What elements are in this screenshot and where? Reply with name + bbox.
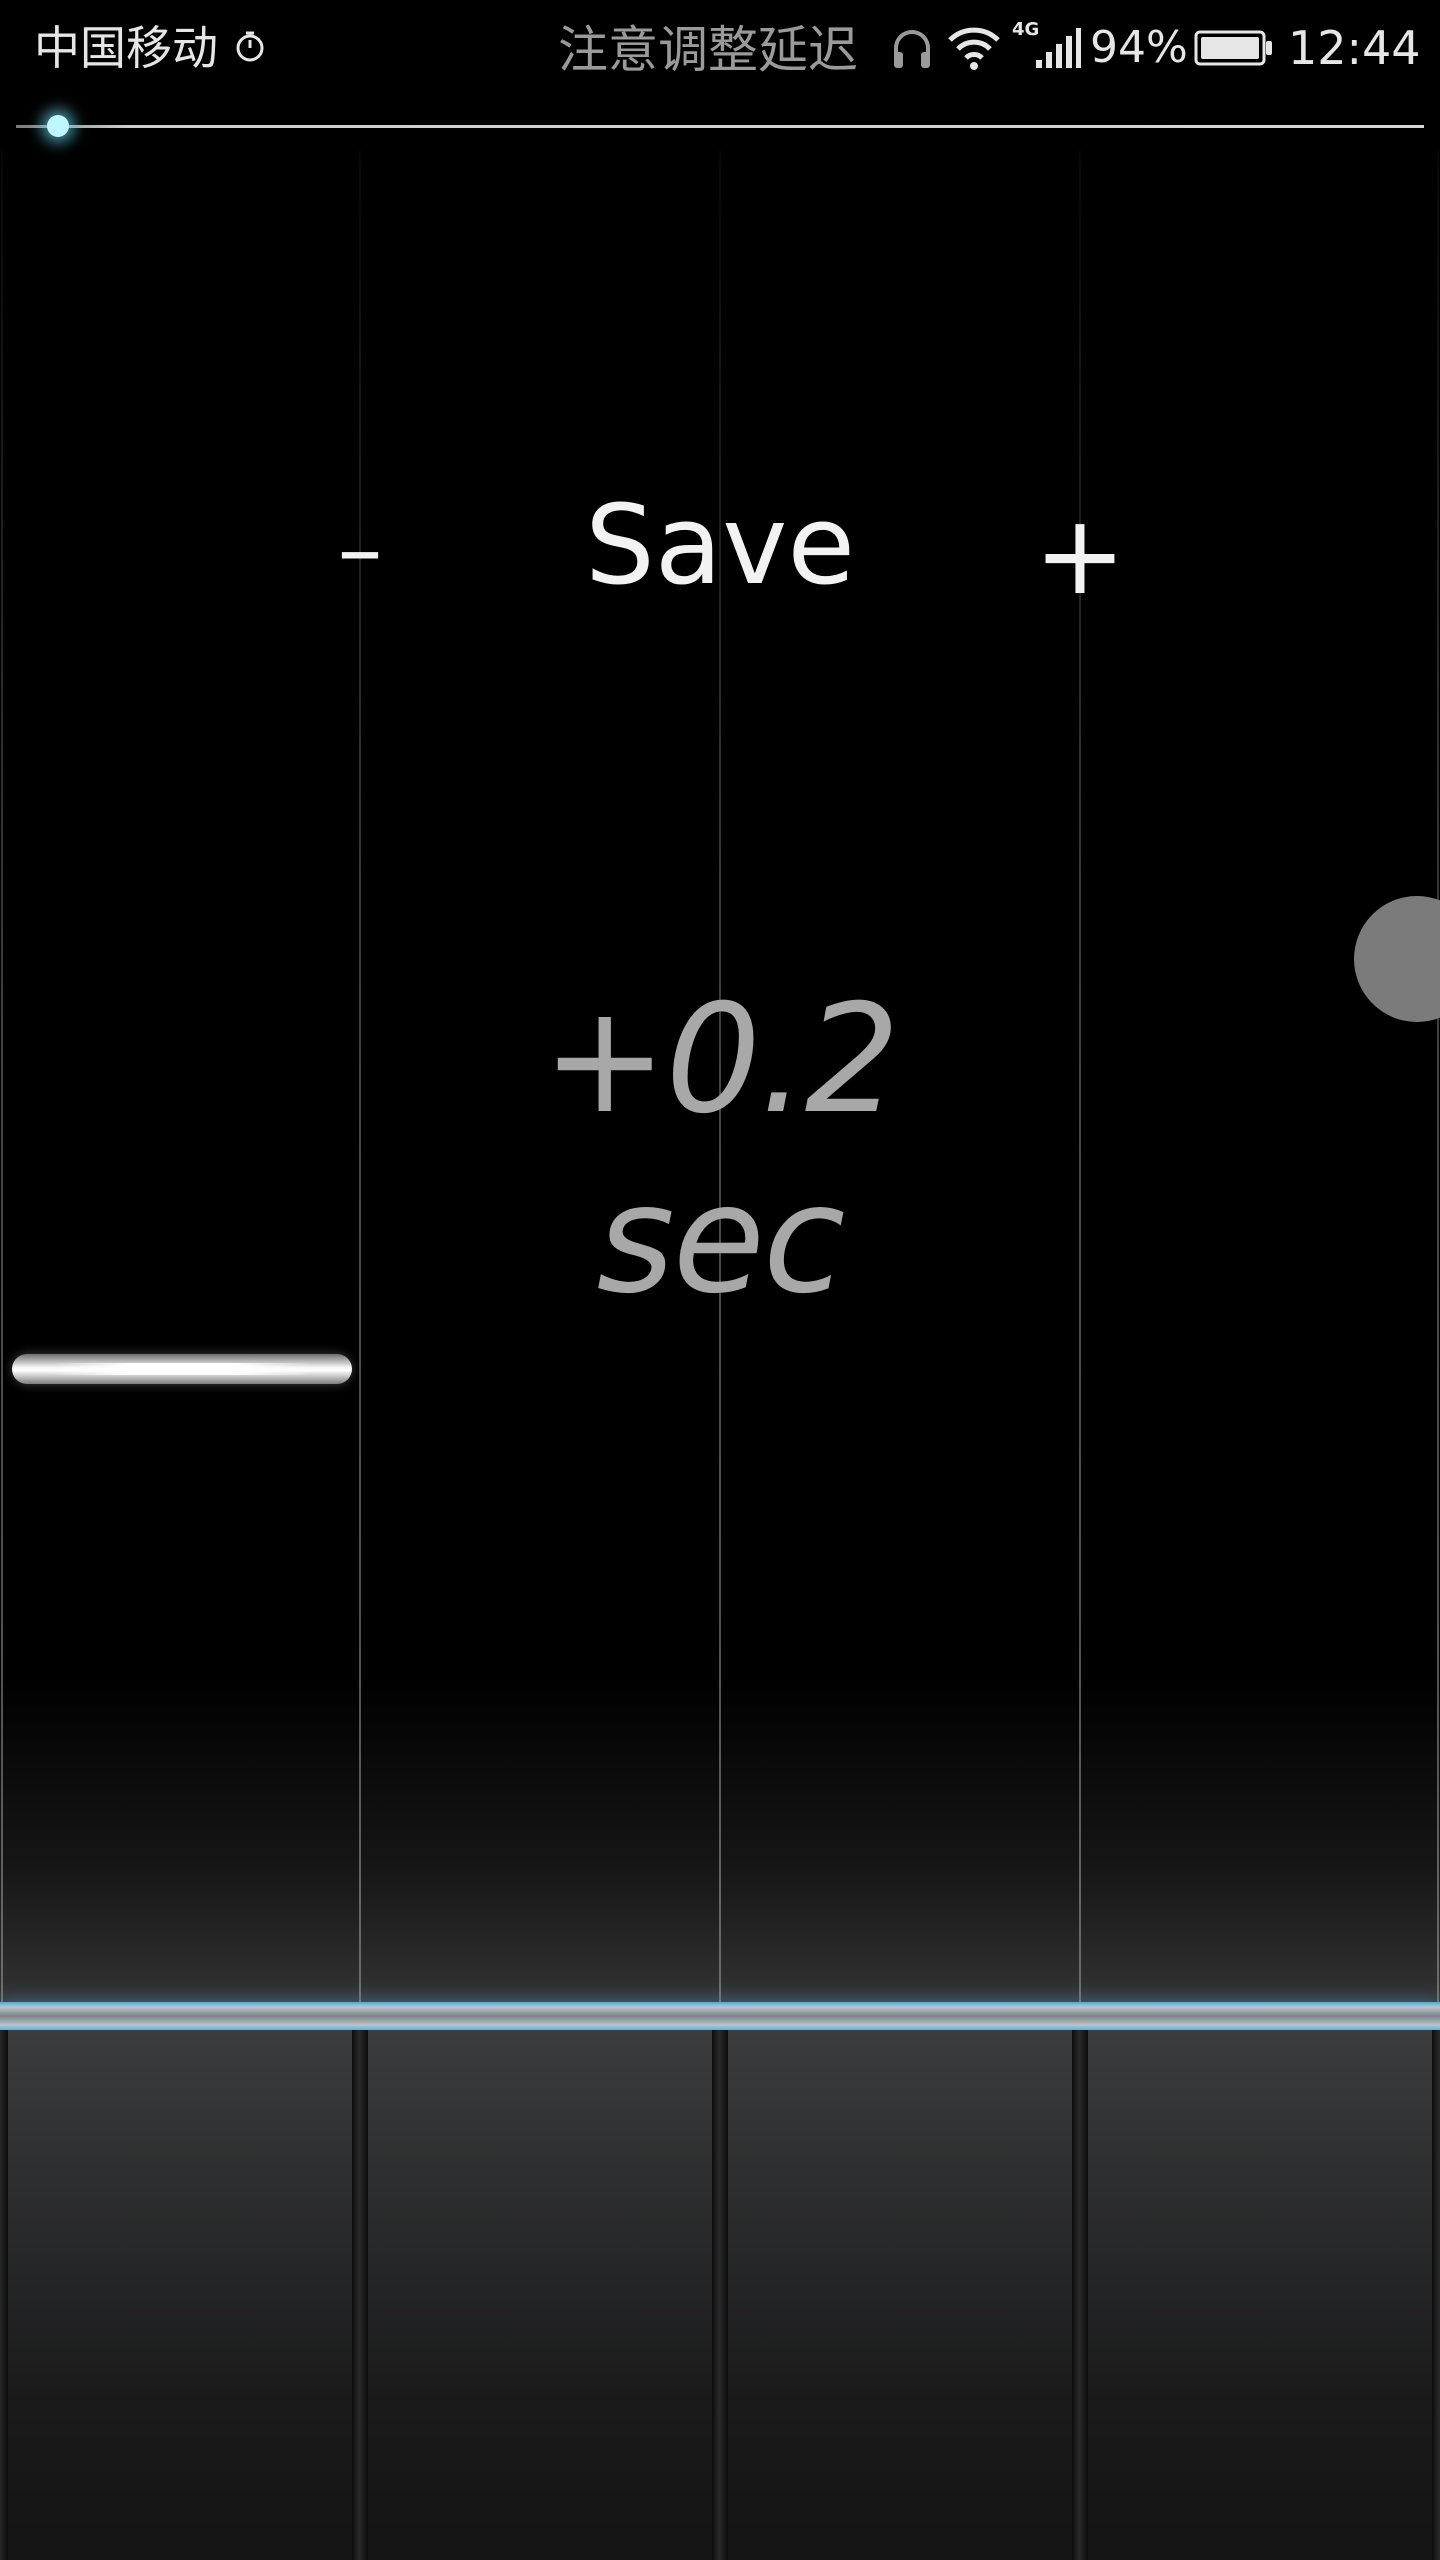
headphones-icon [894,30,930,68]
lane-divider [1,150,3,2010]
tap-pad-divider [352,2030,368,2560]
lane-divider [1079,150,1081,2010]
battery-icon [1194,30,1272,66]
increase-delay-button[interactable]: + [1030,490,1130,620]
falling-note [12,1354,352,1384]
signal-icon [1036,28,1081,68]
tap-pad-divider [0,2030,8,2560]
judgment-line [0,2002,1440,2030]
clock: 12:44 [1288,21,1421,75]
status-bar: 中国移动 注意调整延迟 4G 94% 12:44 [0,0,1440,100]
tap-pad-divider [712,2030,728,2560]
song-progress-knob [47,115,70,137]
floating-assist-ball[interactable] [1354,896,1440,1022]
decrease-delay-button[interactable]: – [320,490,400,610]
song-progress-track [16,115,1424,137]
lane-divider [359,150,361,2010]
carrier-name: 中国移动 [34,21,218,75]
wifi-icon [948,27,1000,70]
tap-pad-divider [1432,2030,1440,2560]
lane-divider [1437,150,1439,2010]
delay-notification: 注意调整延迟 [558,21,858,79]
tap-pad-divider [1072,2030,1088,2560]
save-button[interactable]: Save [560,480,880,610]
timer-icon [236,31,264,62]
battery-percent: 94% [1090,22,1188,73]
delay-value: +0.2 sec [541,973,900,1327]
